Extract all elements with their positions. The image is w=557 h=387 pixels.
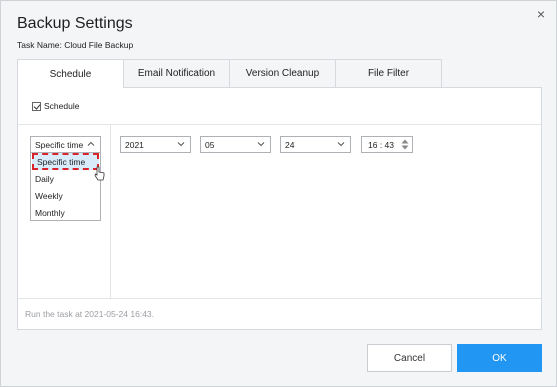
time-spinner[interactable]: 16 : 43 xyxy=(361,136,413,153)
schedule-type-select[interactable]: Specific time xyxy=(30,136,101,153)
task-name: Task Name: Cloud File Backup xyxy=(17,40,134,50)
option-weekly[interactable]: Weekly xyxy=(31,187,100,204)
run-summary: Run the task at 2021-05-24 16:43. xyxy=(25,309,155,319)
day-value: 24 xyxy=(285,139,295,150)
dialog-title: Backup Settings xyxy=(17,15,133,32)
month-select[interactable]: 05 xyxy=(200,136,271,153)
tab-version-cleanup[interactable]: Version Cleanup xyxy=(229,59,336,87)
tab-email-notification[interactable]: Email Notification xyxy=(123,59,230,87)
close-icon[interactable]: × xyxy=(534,7,548,21)
chevron-down-icon xyxy=(257,142,265,147)
schedule-type-dropdown: Specific time Daily Weekly Monthly xyxy=(30,152,101,221)
tab-schedule[interactable]: Schedule xyxy=(17,59,124,88)
divider xyxy=(18,298,541,299)
chevron-down-icon xyxy=(177,142,185,147)
chevron-down-icon xyxy=(337,142,345,147)
ok-button[interactable]: OK xyxy=(457,344,542,372)
chevron-up-icon xyxy=(87,141,95,146)
divider xyxy=(18,124,541,125)
spinner-arrows-icon[interactable] xyxy=(401,139,409,150)
day-select[interactable]: 24 xyxy=(280,136,351,153)
year-select[interactable]: 2021 xyxy=(120,136,191,153)
schedule-checkbox-row[interactable]: Schedule xyxy=(32,101,79,111)
divider xyxy=(110,125,111,298)
option-daily[interactable]: Daily xyxy=(31,170,100,187)
hand-cursor-icon xyxy=(94,166,105,181)
schedule-checkbox-label: Schedule xyxy=(44,101,80,111)
schedule-type-value: Specific time xyxy=(35,139,84,150)
tab-file-filter[interactable]: File Filter xyxy=(335,59,442,87)
option-specific-time[interactable]: Specific time xyxy=(32,153,99,170)
schedule-panel: Schedule Specific time Specific time Dai… xyxy=(17,87,542,330)
year-value: 2021 xyxy=(125,139,144,150)
option-monthly[interactable]: Monthly xyxy=(31,204,100,221)
time-value: 16 : 43 xyxy=(368,139,394,150)
month-value: 05 xyxy=(205,139,215,150)
backup-settings-dialog: × Backup Settings Task Name: Cloud File … xyxy=(0,0,557,387)
tab-bar: Schedule Email Notification Version Clea… xyxy=(17,59,442,88)
cancel-button[interactable]: Cancel xyxy=(367,344,452,372)
schedule-checkbox[interactable] xyxy=(32,101,41,111)
